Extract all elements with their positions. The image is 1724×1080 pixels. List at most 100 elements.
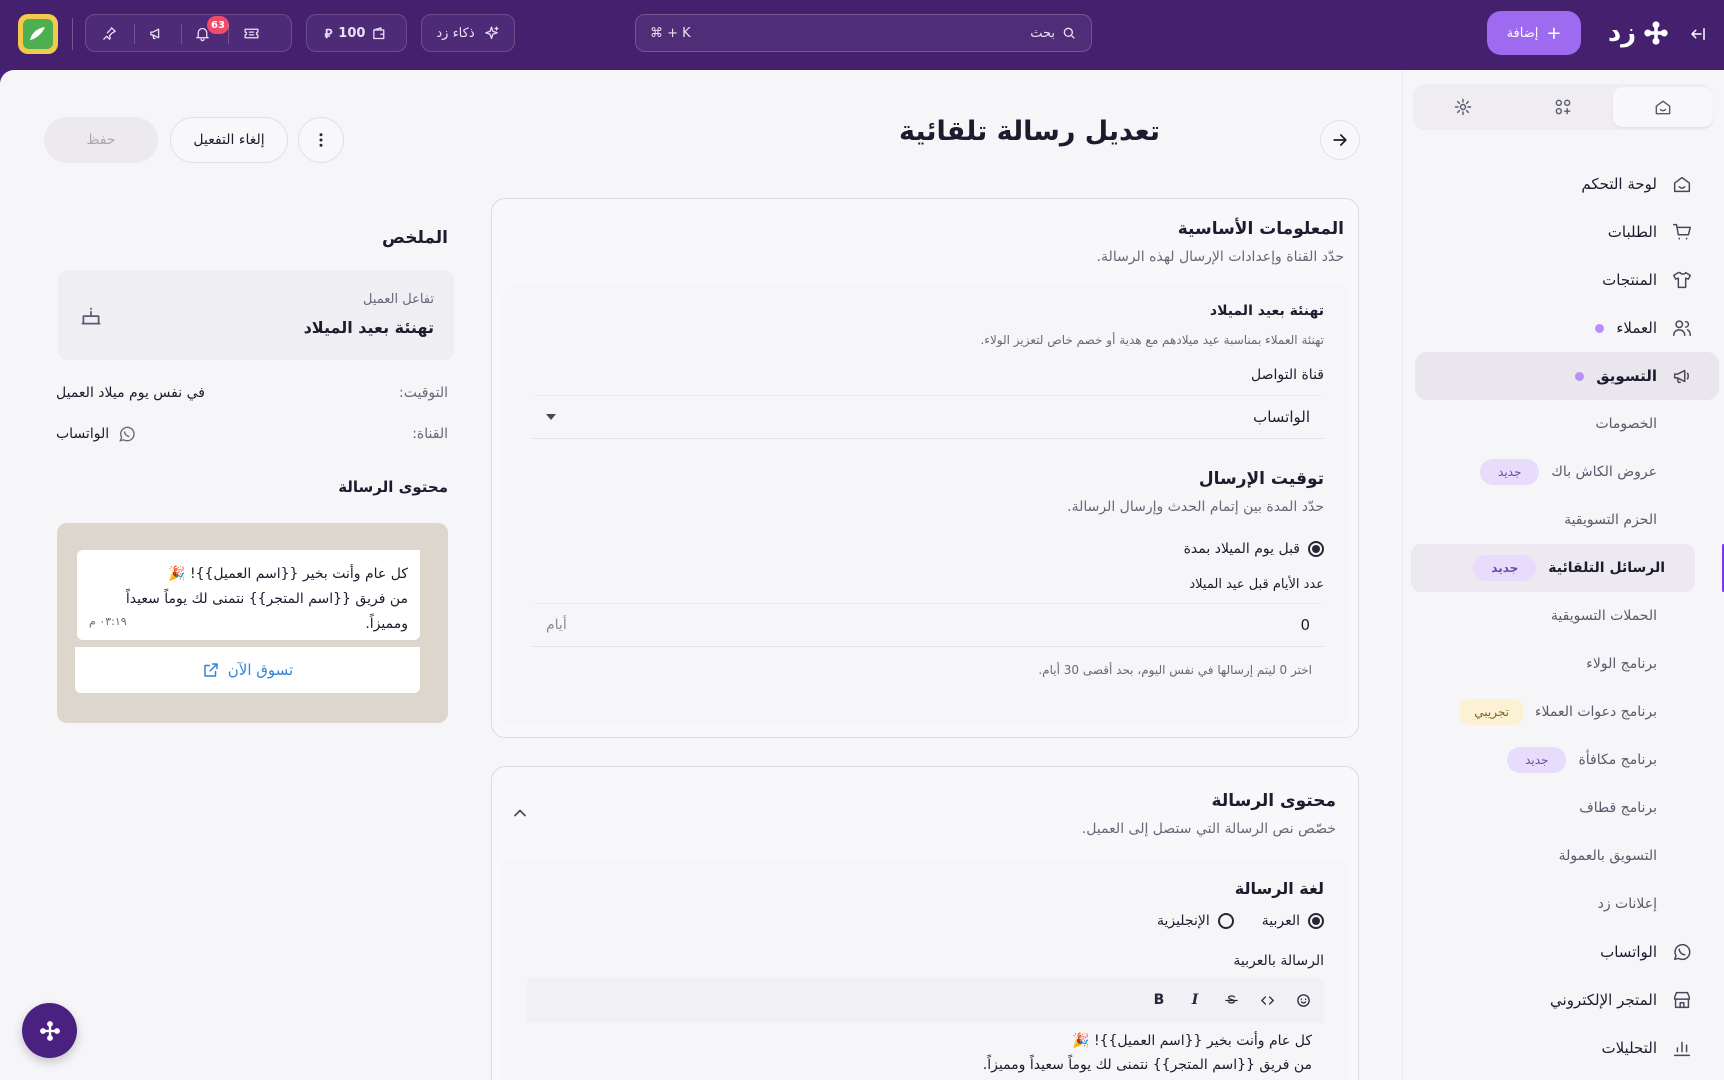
sidebar-sub-rewards[interactable]: برنامج مكافأة جديد	[1403, 736, 1724, 784]
sidebar-sub-qitaf[interactable]: برنامج قطاف	[1403, 784, 1724, 832]
megaphone-icon[interactable]	[148, 25, 165, 42]
sidebar-sub-affiliate[interactable]: التسويق بالعمولة	[1403, 832, 1724, 880]
whatsapp-icon	[119, 426, 135, 442]
sidebar-sub-label: التسويق بالعمولة	[1558, 848, 1657, 864]
brand-logo[interactable]: زد	[1597, 12, 1681, 54]
sidebar-sub-label: الرسائل التلقائية	[1548, 560, 1665, 576]
summary-timing-label: التوقيت:	[399, 385, 448, 401]
sidebar-sub-campaigns[interactable]: الحملات التسويقية	[1403, 592, 1724, 640]
bell-icon[interactable]: 63	[194, 16, 229, 42]
divider	[228, 24, 229, 44]
sidebar-item-whatsapp[interactable]: الواتساب	[1403, 928, 1724, 976]
sidebar-item-analytics[interactable]: التحليلات	[1403, 1024, 1724, 1072]
summary-channel-value: الواتساب	[56, 426, 110, 442]
collapse-section-button[interactable]	[510, 803, 530, 823]
collapse-sidebar-button[interactable]	[1683, 19, 1713, 49]
sidebar-item-label: المنتجات	[1602, 271, 1657, 289]
message-content-desc: خصّص نص الرسالة التي ستصل إلى العميل.	[1081, 821, 1336, 837]
sidebar-sub-zid-ads[interactable]: إعلانات زد	[1403, 880, 1724, 928]
days-unit: أيام	[546, 617, 567, 633]
sidebar-sub-bundles[interactable]: الحزم التسويقية	[1403, 496, 1724, 544]
sidebar-item-label: العملاء	[1616, 319, 1657, 337]
new-badge: جديد	[1507, 747, 1567, 773]
search-placeholder: بحث	[1030, 25, 1055, 41]
chevron-down-icon	[546, 414, 556, 420]
search-input[interactable]: بحث ⌘ + K	[635, 14, 1092, 52]
sidebar-nav: لوحة التحكم الطلبات المنتجات العملاء الت…	[1403, 160, 1724, 1072]
search-icon	[1063, 27, 1075, 39]
store-logo[interactable]	[18, 14, 58, 54]
arrow-right-icon	[1333, 134, 1347, 146]
whatsapp-icon	[1671, 941, 1693, 963]
credits-pill[interactable]: 100 ⃁	[306, 14, 407, 52]
sidebar-sub-discounts[interactable]: الخصومات	[1403, 400, 1724, 448]
radio-button[interactable]	[1308, 541, 1324, 557]
days-hint: اختر 0 ليتم إرسالها في نفس اليوم، بحد أق…	[1038, 663, 1312, 677]
summary-channel-label: القناة:	[412, 426, 448, 442]
emoji-icon[interactable]	[1294, 991, 1312, 1009]
sidebar-item-customers[interactable]: العملاء	[1403, 304, 1724, 352]
days-input[interactable]: 0 أيام	[532, 603, 1324, 647]
summary-timing-value: في نفس يوم ميلاد العميل	[56, 385, 205, 401]
status-dot	[1595, 323, 1605, 333]
pin-icon[interactable]	[101, 25, 118, 42]
sidebar-item-orders[interactable]: الطلبات	[1403, 208, 1724, 256]
home-icon	[1655, 100, 1671, 115]
preview-time: ٠٣:١٩ م	[89, 615, 127, 628]
language-options: العربية الإنجليزية	[1157, 913, 1324, 929]
chart-icon	[1671, 1037, 1693, 1059]
sparkle-icon	[484, 25, 499, 39]
shirt-icon	[1671, 269, 1693, 291]
code-icon[interactable]	[1258, 991, 1276, 1009]
sidebar-sub-cashback[interactable]: عروض الكاش باك جديد	[1403, 448, 1724, 496]
summary-type-card: تفاعل العميل تهنئة بعيد الميلاد	[58, 270, 454, 360]
lang-en-label: الإنجليزية	[1156, 913, 1210, 929]
sidebar-sub-label: الحملات التسويقية	[1550, 608, 1657, 624]
summary-title: الملخص	[382, 228, 448, 248]
trial-badge: تجريبي	[1460, 699, 1523, 725]
sidebar-item-dashboard[interactable]: لوحة التحكم	[1403, 160, 1724, 208]
lang-ar-label: العربية	[1261, 913, 1300, 929]
channel-label: قناة التواصل	[1251, 367, 1324, 383]
sidebar-item-products[interactable]: المنتجات	[1403, 256, 1724, 304]
save-button[interactable]: حفظ	[44, 117, 158, 163]
store-icon	[1671, 989, 1693, 1011]
ticket-icon[interactable]	[243, 25, 260, 42]
radio-arabic[interactable]	[1308, 913, 1324, 929]
radio-english[interactable]	[1217, 913, 1234, 929]
ai-button[interactable]: ذكاء زد	[421, 14, 515, 52]
tab-apps[interactable]	[1513, 87, 1613, 127]
add-button[interactable]: + إضافة	[1487, 11, 1581, 55]
shop-now-button[interactable]: تسوق الآن	[75, 647, 420, 693]
timing-option[interactable]: قبل يوم الميلاد بمدة	[1184, 541, 1324, 557]
deactivate-button[interactable]: إلغاء التفعيل	[170, 117, 288, 163]
sidebar-sub-auto-messages[interactable]: الرسائل التلقائية جديد	[1411, 544, 1724, 592]
sidebar-item-label: التحليلات	[1601, 1039, 1657, 1057]
tab-settings[interactable]	[1413, 87, 1513, 127]
back-button[interactable]	[1320, 120, 1360, 160]
search-shortcut: ⌘ + K	[650, 25, 691, 41]
bold-icon[interactable]: B	[1150, 991, 1168, 1009]
sidebar-item-online-store[interactable]: المتجر الإلكتروني	[1403, 976, 1724, 1024]
italic-icon[interactable]: I	[1186, 991, 1204, 1009]
help-fab-button[interactable]	[22, 1003, 77, 1058]
message-bubble: كل عام وأنت بخير {{اسم العميل}}! 🎉 من فر…	[77, 550, 420, 640]
cake-icon	[81, 307, 101, 325]
sidebar-sub-loyalty[interactable]: برنامج الولاء	[1403, 640, 1724, 688]
sidebar-item-marketing[interactable]: التسويق	[1415, 352, 1719, 400]
leaf-icon	[30, 27, 45, 40]
editor-line-2: من فريق {{اسم المتجر}} نتمنى لك يوماً سع…	[982, 1057, 1312, 1073]
sidebar-sub-label: الخصومات	[1595, 416, 1657, 432]
sidebar-item-label: التسويق	[1596, 367, 1657, 385]
tab-home[interactable]	[1613, 87, 1713, 127]
strikethrough-icon[interactable]	[1222, 991, 1240, 1009]
collapse-icon	[1691, 28, 1705, 40]
more-options-button[interactable]	[298, 117, 344, 163]
editor-content[interactable]: كل عام وأنت بخير {{اسم العميل}}! 🎉 من فر…	[983, 1029, 1312, 1077]
brand-name: زد	[1607, 18, 1637, 48]
sidebar-sub-referrals[interactable]: برنامج دعوات العملاء تجريبي	[1403, 688, 1724, 736]
arabic-message-label: الرسالة بالعربية	[1233, 953, 1324, 969]
channel-select[interactable]: الواتساب	[532, 395, 1324, 439]
ai-label: ذكاء زد	[436, 25, 475, 41]
wallet-icon	[373, 26, 385, 39]
